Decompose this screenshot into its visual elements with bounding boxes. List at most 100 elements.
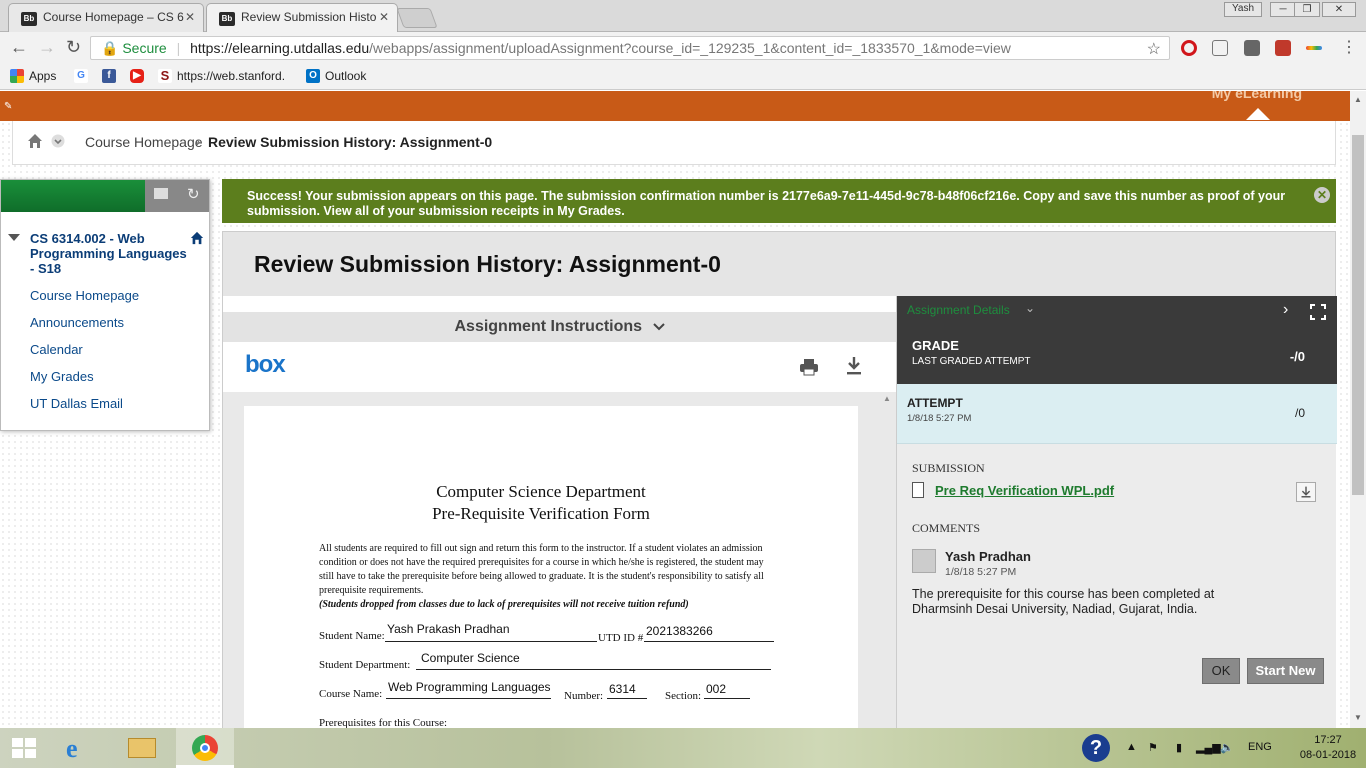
download-icon[interactable] <box>845 356 863 376</box>
page-scrollbar[interactable]: ▲ ▼ <box>1350 91 1366 728</box>
my-elearning-tab[interactable]: My eLearning <box>1212 91 1302 101</box>
form-underline <box>385 641 597 642</box>
start-new-button[interactable]: Start New <box>1247 658 1324 684</box>
menu-link-utd-email[interactable]: UT Dallas Email <box>30 396 123 411</box>
grade-subtitle: LAST GRADED ATTEMPT <box>912 356 1031 367</box>
refresh-icon[interactable]: ↻ <box>187 185 200 203</box>
number-label: Number: <box>564 690 604 702</box>
stanford-icon: S <box>158 69 172 83</box>
utd-id-label: UTD ID # <box>598 632 644 644</box>
page-title: Review Submission History: Assignment-0 <box>254 251 721 277</box>
bookmark-star-icon[interactable]: ☆ <box>1147 39 1161 59</box>
bookmark-youtube[interactable]: ▶ <box>130 69 144 83</box>
profile-button[interactable]: Yash <box>1224 2 1262 17</box>
page-content: ✎ My eLearning Course Homepage › Review … <box>0 91 1350 728</box>
attempt-row[interactable]: ATTEMPT 1/8/18 5:27 PM /0 <box>897 384 1337 444</box>
box-logo: box <box>245 351 286 378</box>
close-banner-icon[interactable]: ✕ <box>1314 187 1330 203</box>
extension-icon[interactable] <box>1244 40 1260 56</box>
restore-button[interactable]: ❐ <box>1294 2 1320 17</box>
form-underline <box>416 669 771 670</box>
bookmark-outlook[interactable]: O Outlook <box>306 69 366 83</box>
tab-review-submission[interactable]: Bb Review Submission Histo ✕ <box>206 3 398 32</box>
bookmark-apps[interactable]: Apps <box>10 69 56 83</box>
menu-link-announcements[interactable]: Announcements <box>30 315 124 330</box>
network-signal-icon[interactable]: ▂▄▆ <box>1196 741 1221 754</box>
url-host: https://elearning.utdallas.edu <box>190 40 370 56</box>
tab-close-icon[interactable]: ✕ <box>185 10 195 24</box>
folder-view-icon[interactable] <box>154 188 168 199</box>
ok-button[interactable]: OK <box>1202 658 1240 684</box>
new-tab-button[interactable] <box>396 8 438 28</box>
doc-subtitle: Pre-Requisite Verification Form <box>432 504 650 523</box>
grade-row: GRADE LAST GRADED ATTEMPT -/0 <box>897 326 1337 384</box>
file-explorer-icon[interactable] <box>114 728 170 768</box>
scrollbar-thumb[interactable] <box>1352 135 1364 495</box>
assignment-instructions-toggle[interactable]: Assignment Instructions <box>223 312 896 342</box>
panel-header: Review Submission History: Assignment-0 <box>223 232 1335 296</box>
menu-link-course-homepage[interactable]: Course Homepage <box>30 288 139 303</box>
course-home-icon[interactable] <box>190 231 204 245</box>
fullscreen-icon[interactable] <box>1310 304 1326 320</box>
tab-close-icon[interactable]: ✕ <box>379 10 389 24</box>
bookmark-facebook[interactable]: f <box>102 69 116 83</box>
battery-icon[interactable]: ▮ <box>1176 741 1182 754</box>
file-download-icon[interactable] <box>1296 482 1316 502</box>
chevron-right-icon[interactable]: › <box>1283 301 1288 319</box>
pin-icon[interactable]: ✎ <box>4 101 16 113</box>
collapse-caret-icon[interactable] <box>8 234 20 241</box>
number-value: 6314 <box>609 682 636 696</box>
course-name-value: Web Programming Languages <box>388 680 551 694</box>
scroll-up-icon[interactable]: ▲ <box>1354 95 1362 104</box>
doc-paragraph: All students are required to fill out si… <box>319 542 779 612</box>
bookmark-stanford[interactable]: S https://web.stanford. <box>158 69 285 83</box>
volume-icon[interactable]: 🔈 <box>1220 741 1234 754</box>
menu-link-calendar[interactable]: Calendar <box>30 342 83 357</box>
forward-arrow-icon[interactable]: → <box>38 37 56 58</box>
youtube-icon: ▶ <box>130 69 144 83</box>
back-arrow-icon[interactable]: ← <box>10 37 28 58</box>
print-icon[interactable] <box>799 358 819 376</box>
address-bar[interactable]: 🔒 Secure | https://elearning.utdallas.ed… <box>90 36 1170 60</box>
windows-start-icon[interactable] <box>12 738 36 758</box>
opera-extension-icon[interactable] <box>1181 40 1197 56</box>
blackboard-favicon-icon: Bb <box>21 12 37 26</box>
chrome-taskbar-icon[interactable] <box>176 728 234 768</box>
doc-paragraph-text: All students are required to fill out si… <box>319 543 764 596</box>
viewer-scroll-up-icon[interactable]: ▲ <box>883 394 891 403</box>
internet-explorer-icon[interactable]: e <box>52 728 108 768</box>
minimize-button[interactable]: ─ <box>1270 2 1296 17</box>
mail-extension-icon[interactable] <box>1212 40 1228 56</box>
home-icon[interactable] <box>27 133 43 149</box>
colorful-extension-icon[interactable] <box>1306 46 1322 50</box>
course-menu-header: ↻ <box>1 180 209 212</box>
reload-icon[interactable]: ↻ <box>66 37 81 58</box>
student-name-label: Student Name: <box>319 630 385 642</box>
system-clock[interactable]: 17:27 08-01-2018 <box>1296 733 1360 763</box>
secure-label: Secure <box>122 40 167 56</box>
submission-file-link[interactable]: Pre Req Verification WPL.pdf <box>935 483 1114 498</box>
action-center-flag-icon[interactable]: ⚑ <box>1148 741 1158 754</box>
help-icon[interactable]: ? <box>1082 734 1110 762</box>
breadcrumb-current-page: Review Submission History: Assignment-0 <box>208 134 493 150</box>
assignment-details-toggle[interactable]: Assignment Details <box>907 303 1010 317</box>
top-header-bar: ✎ My eLearning <box>0 91 1350 121</box>
language-indicator[interactable]: ENG <box>1248 741 1272 753</box>
comments-label: COMMENTS <box>912 521 981 535</box>
breadcrumb-menu-chevron-icon[interactable] <box>51 134 65 148</box>
doc-title: Computer Science Department <box>436 482 646 501</box>
instructions-label: Assignment Instructions <box>454 318 643 335</box>
bookmark-google[interactable]: G <box>74 69 88 83</box>
document-viewer[interactable]: ▲ Computer Science Department Pre-Requis… <box>223 392 896 728</box>
scroll-down-icon[interactable]: ▼ <box>1354 713 1362 722</box>
tab-course-homepage[interactable]: Bb Course Homepage – CS 6 ✕ <box>8 3 204 32</box>
course-title[interactable]: CS 6314.002 - Web Programming Languages … <box>30 231 190 276</box>
breadcrumb-course-homepage[interactable]: Course Homepage <box>85 134 203 150</box>
tray-expand-icon[interactable]: ▲ <box>1126 741 1137 753</box>
bookmark-extension-icon[interactable] <box>1275 40 1291 56</box>
chevron-down-icon <box>652 323 665 331</box>
menu-link-my-grades[interactable]: My Grades <box>30 369 94 384</box>
receipts-link[interactable]: View all of your submission receipts in … <box>323 204 624 218</box>
close-window-button[interactable]: ✕ <box>1322 2 1356 17</box>
menu-kebab-icon[interactable]: ⋮ <box>1341 37 1357 57</box>
